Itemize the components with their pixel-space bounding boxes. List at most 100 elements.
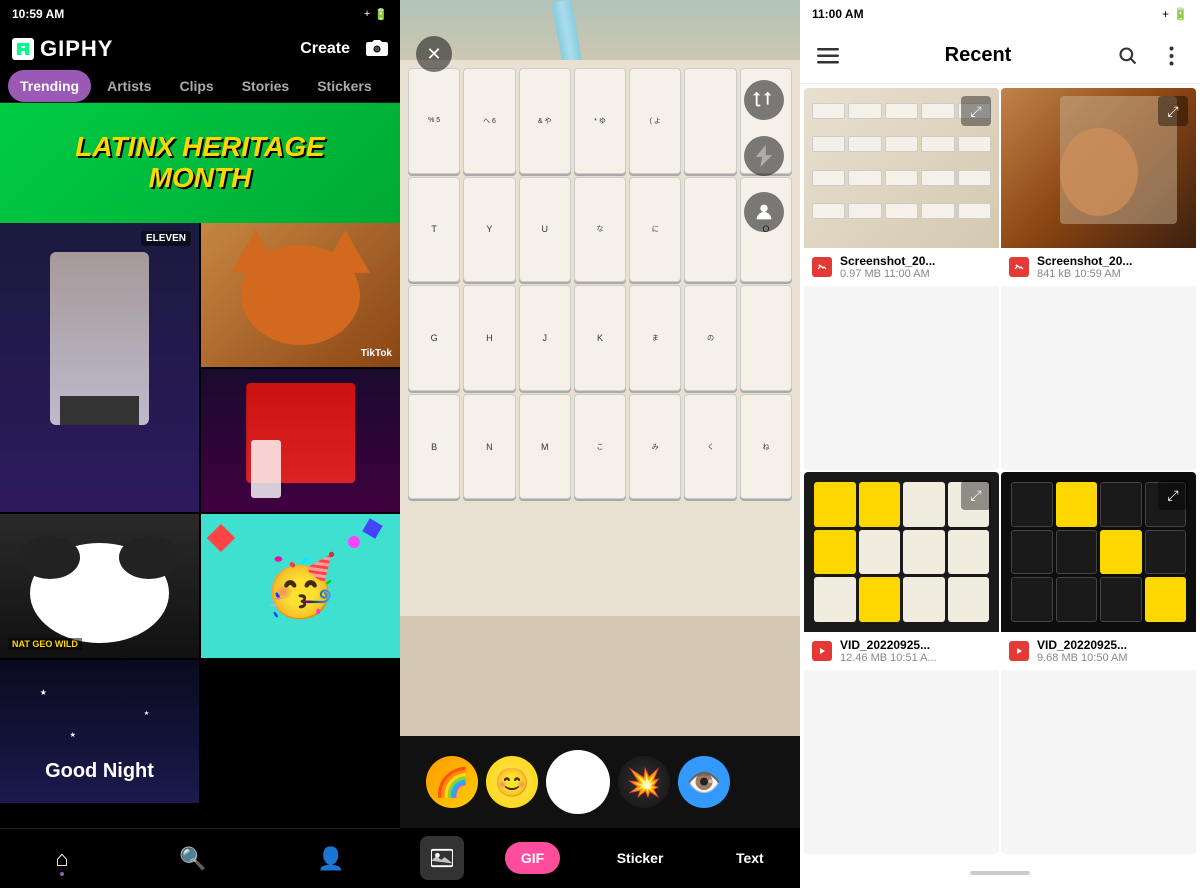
files-grid: ⤢ Screenshot_20... 0.97 MB 11:00 AM ⤢ — [800, 84, 1200, 858]
files-battery-icon: 🔋 — [1173, 7, 1188, 21]
mode-gif-button[interactable]: GIF — [505, 842, 560, 874]
party-emoji: 🥳 — [263, 550, 338, 621]
key-j: J — [519, 285, 571, 391]
sticker-row: 🌈 😊 💥 👁️ — [410, 742, 790, 822]
file-expand-1[interactable]: ⤢ — [961, 96, 991, 126]
file-expand-4[interactable]: ⤢ — [1158, 480, 1188, 510]
key-ma: ま — [629, 285, 681, 391]
key-yo: ( よ — [629, 68, 681, 174]
file-type-icon-2 — [1009, 257, 1029, 277]
key-ku: く — [684, 394, 736, 500]
files-bottom-handle — [800, 858, 1200, 888]
giphy-bottom-nav: ⌂ 🔍 👤 — [0, 828, 400, 888]
key-empty3 — [684, 177, 736, 283]
camera-right-controls — [744, 80, 784, 232]
key-ya: & や — [519, 68, 571, 174]
create-button[interactable]: Create — [300, 40, 350, 58]
tab-clips[interactable]: Clips — [167, 70, 225, 102]
giphy-nav-tabs: Trending Artists Clips Stories Stickers — [0, 70, 400, 103]
eleven-badge: ELEVEN — [141, 231, 191, 246]
camera-flip-button[interactable] — [744, 80, 784, 120]
file-thumbnail-2: ⤢ — [1001, 88, 1196, 248]
tab-stories[interactable]: Stories — [230, 70, 301, 102]
logo-icon — [12, 38, 34, 60]
files-header-actions — [1108, 36, 1192, 76]
file-info-3: VID_20220925... 12.46 MB 10:51 A... — [804, 632, 999, 670]
sticker-rainbow[interactable]: 🌈 — [426, 756, 478, 808]
files-more-button[interactable] — [1152, 36, 1192, 76]
files-menu-button[interactable] — [808, 36, 848, 76]
mode-sticker-button[interactable]: Sticker — [601, 842, 680, 874]
camera-button[interactable] — [366, 38, 388, 61]
nav-profile[interactable]: 👤 — [317, 846, 344, 872]
file-info-4: VID_20220925... 9.68 MB 10:50 AM — [1001, 632, 1196, 670]
latinx-banner: LATINX HERITAGEMONTH — [0, 103, 400, 223]
file-card-2[interactable]: ⤢ Screenshot_20... 841 kB 10:59 AM — [1001, 88, 1196, 470]
giphy-wordmark: GIPHY — [40, 36, 113, 62]
key-na: な — [574, 177, 626, 283]
sticker-bar: 🌈 😊 💥 👁️ — [400, 736, 800, 828]
tab-trending[interactable]: Trending — [8, 70, 91, 102]
files-header: Recent — [800, 28, 1200, 84]
files-status-bar: 11:00 AM + 🔋 — [800, 0, 1200, 28]
key-mi: み — [629, 394, 681, 500]
file-expand-2[interactable]: ⤢ — [1158, 96, 1188, 126]
keyboard-background: % 5 へ 6 & や * ゆ ( よ T Y U な に O G H J K — [400, 0, 800, 736]
sticker-burst[interactable]: 💥 — [618, 756, 670, 808]
key-yu: * ゆ — [574, 68, 626, 174]
key-empty1 — [684, 68, 736, 174]
mode-text-button[interactable]: Text — [720, 842, 780, 874]
capture-button[interactable] — [546, 750, 610, 814]
giphy-status-time: 10:59 AM — [12, 7, 64, 21]
key-b: B — [408, 394, 460, 500]
camera-face-button[interactable] — [744, 192, 784, 232]
gif-cell-goodnight[interactable]: Good Night ★ ★ ★ — [0, 660, 199, 804]
key-h: H — [463, 285, 515, 391]
key-u: U — [519, 177, 571, 283]
giphy-logo: GIPHY — [12, 36, 113, 62]
sticker-smiley[interactable]: 😊 — [486, 756, 538, 808]
giphy-panel: 10:59 AM + 🔋 GIPHY Create — [0, 0, 400, 888]
file-info-1: Screenshot_20... 0.97 MB 11:00 AM — [804, 248, 999, 286]
sticker-eye[interactable]: 👁️ — [678, 756, 730, 808]
gif-grid: ELEVEN TikTok — [0, 223, 400, 803]
files-status-time: 11:00 AM — [812, 7, 864, 21]
profile-icon: 👤 — [317, 846, 344, 872]
file-thumbnail-3: ⤢ — [804, 472, 999, 632]
banner-text: LATINX HERITAGEMONTH — [75, 132, 324, 194]
file-expand-3[interactable]: ⤢ — [961, 480, 991, 510]
files-title: Recent — [945, 44, 1012, 67]
files-panel: 11:00 AM + 🔋 Recent — [800, 0, 1200, 888]
gif-cell-football[interactable] — [201, 369, 400, 513]
file-type-icon-1 — [812, 257, 832, 277]
key-m: M — [519, 394, 571, 500]
nav-search[interactable]: 🔍 — [179, 846, 206, 872]
file-card-1[interactable]: ⤢ Screenshot_20... 0.97 MB 11:00 AM — [804, 88, 999, 470]
natgeo-badge: NAT GEO WILD — [8, 638, 82, 650]
gallery-button[interactable] — [420, 836, 464, 880]
giphy-header-actions: Create — [300, 38, 388, 61]
gif-cell-panda[interactable]: NAT GEO WILD — [0, 514, 199, 658]
key-he: へ 6 — [463, 68, 515, 174]
key-n: N — [463, 394, 515, 500]
files-status-icons: + 🔋 — [1162, 7, 1188, 21]
key-no: の — [684, 285, 736, 391]
gif-cell-cat[interactable]: TikTok — [201, 223, 400, 367]
tab-stickers[interactable]: Stickers — [305, 70, 383, 102]
nav-home[interactable]: ⌂ — [55, 846, 68, 872]
file-type-icon-4 — [1009, 641, 1029, 661]
file-card-3[interactable]: ⤢ VID_20220925... 12.46 MB 10:51 A... — [804, 472, 999, 854]
file-name-1: Screenshot_20... 0.97 MB 11:00 AM — [840, 254, 935, 280]
file-card-4[interactable]: ⤢ VID_20220925... 9.68 MB 10:50 AM — [1001, 472, 1196, 854]
gif-cell-party[interactable]: 🥳 — [201, 514, 400, 658]
camera-flash-button[interactable] — [744, 136, 784, 176]
giphy-status-icons: + 🔋 — [364, 8, 388, 21]
giphy-status-bar: 10:59 AM + 🔋 — [0, 0, 400, 28]
tab-artists[interactable]: Artists — [95, 70, 163, 102]
camera-panel: % 5 へ 6 & や * ゆ ( よ T Y U な に O G H J K — [400, 0, 800, 888]
gif-cell-dance[interactable]: ELEVEN — [0, 223, 199, 512]
camera-close-button[interactable]: ✕ — [416, 36, 452, 72]
drag-handle[interactable] — [970, 871, 1030, 875]
files-search-button[interactable] — [1108, 36, 1148, 76]
file-name-4: VID_20220925... 9.68 MB 10:50 AM — [1037, 638, 1128, 664]
